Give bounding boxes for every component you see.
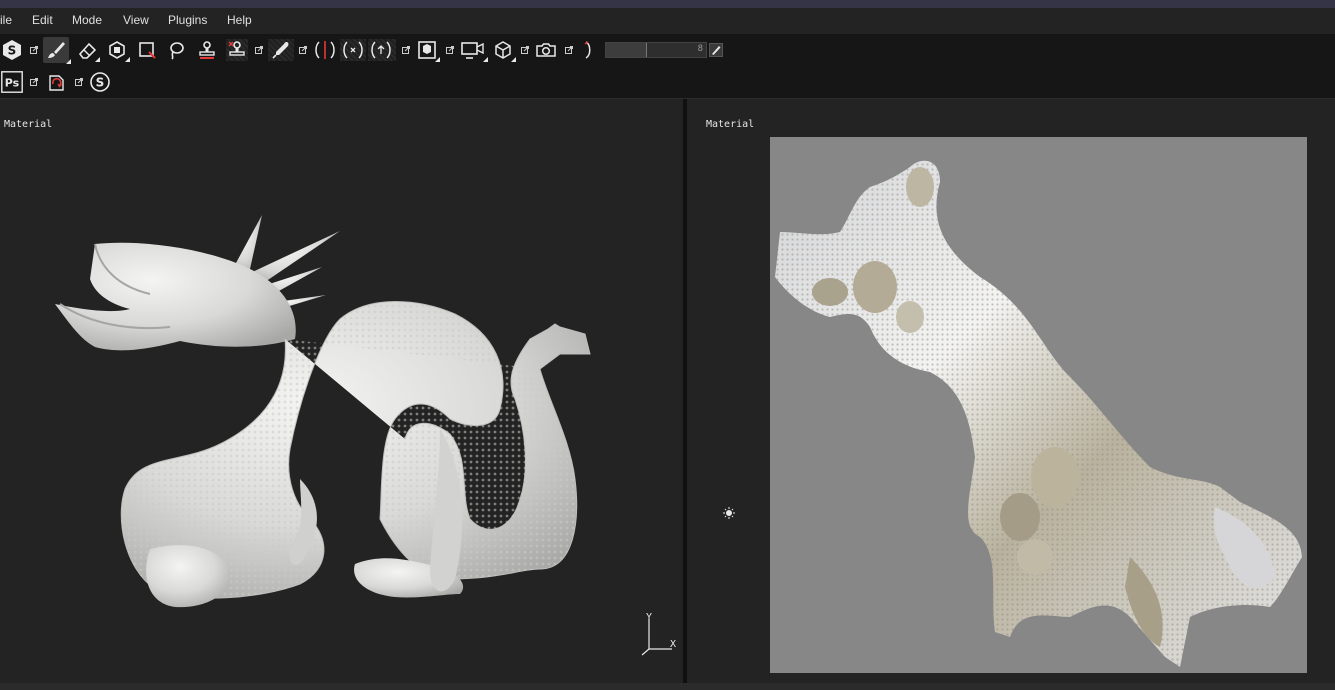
mirror-x-icon[interactable] — [340, 39, 366, 61]
menu-bar: ile Edit Mode View Plugins Help — [0, 8, 1335, 35]
projection-icon[interactable] — [106, 39, 130, 62]
substance-logo-icon[interactable]: S — [89, 71, 111, 93]
popout-icon[interactable] — [446, 46, 454, 54]
photoshop-icon[interactable]: Ps — [1, 71, 23, 93]
symmetry-icon[interactable] — [312, 39, 338, 61]
slider-fill — [606, 43, 647, 57]
secondary-toolbar: Ps S — [0, 67, 1335, 99]
popout-icon[interactable] — [255, 46, 263, 54]
dragon-model-3d[interactable] — [0, 99, 683, 683]
geometry-mask-icon[interactable] — [137, 39, 159, 61]
viewport-uv-label: Material — [706, 119, 755, 130]
cube-icon[interactable] — [492, 39, 516, 62]
menu-edit[interactable]: Edit — [32, 13, 53, 27]
svg-text:Ps: Ps — [5, 77, 20, 90]
popout-icon[interactable] — [30, 46, 38, 54]
popout-icon[interactable] — [565, 46, 573, 54]
camera-icon[interactable] — [535, 39, 557, 61]
menu-file[interactable]: ile — [0, 13, 12, 27]
eraser-icon[interactable] — [76, 39, 100, 62]
menu-mode[interactable]: Mode — [72, 13, 102, 27]
viewport-3d[interactable]: Material Y X — [0, 99, 683, 683]
paint-brush-icon[interactable] — [43, 37, 71, 64]
axis-x-label: X — [670, 639, 677, 650]
clone-stamp-icon[interactable] — [196, 39, 218, 61]
substance-icon[interactable]: S — [1, 39, 23, 61]
display-icon[interactable] — [460, 39, 488, 62]
popout-icon[interactable] — [299, 46, 307, 54]
uv-texture-canvas[interactable] — [770, 137, 1307, 673]
mirror-y-icon[interactable] — [368, 39, 396, 61]
axis-gizmo — [641, 619, 672, 656]
svg-text:S: S — [8, 44, 17, 58]
slider-value: 8 — [697, 44, 703, 54]
menu-help[interactable]: Help — [227, 13, 252, 27]
picker-icon[interactable] — [268, 39, 294, 61]
menu-view[interactable]: View — [123, 13, 149, 27]
smudge-icon[interactable] — [226, 39, 248, 61]
bake-icon[interactable] — [416, 39, 440, 62]
brush-size-slider[interactable]: 8 — [605, 42, 707, 58]
window-titlebar — [0, 0, 1335, 8]
rotate-icon[interactable] — [580, 39, 596, 61]
edit-value-icon[interactable] — [709, 43, 723, 57]
popout-icon[interactable] — [30, 78, 38, 86]
popout-icon[interactable] — [402, 46, 410, 54]
status-bar — [0, 683, 1335, 690]
refresh-export-icon[interactable] — [45, 71, 67, 93]
viewport-uv[interactable]: Material — [687, 99, 1335, 683]
unwrapped-dragon-texture — [775, 160, 1302, 667]
svg-text:S: S — [96, 75, 105, 89]
menu-plugins[interactable]: Plugins — [168, 13, 207, 27]
popout-icon[interactable] — [521, 46, 529, 54]
axis-y-label: Y — [646, 612, 653, 623]
lasso-icon[interactable] — [165, 39, 187, 61]
light-icon[interactable] — [723, 507, 735, 519]
popout-icon[interactable] — [75, 78, 83, 86]
